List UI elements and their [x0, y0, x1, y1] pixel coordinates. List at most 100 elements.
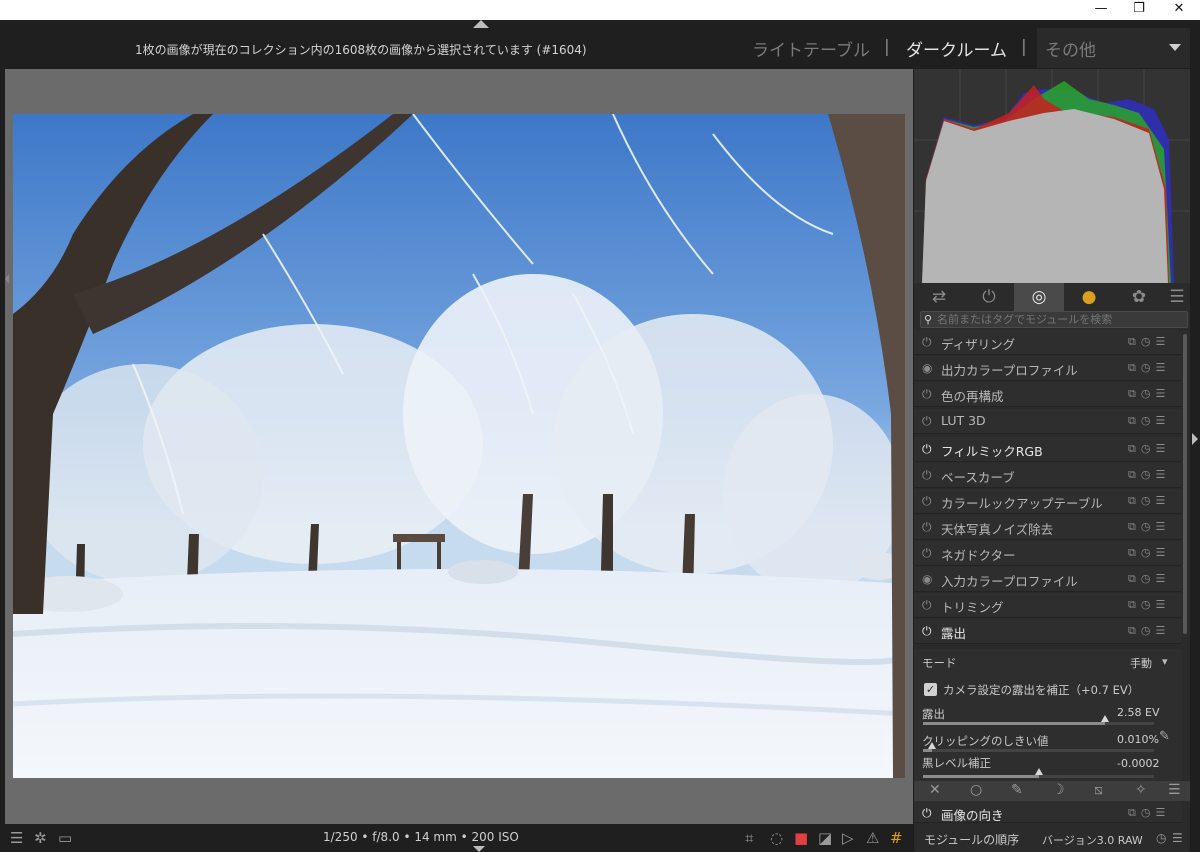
power-icon[interactable]: ⏻: [922, 414, 932, 428]
minimize-button[interactable]: —: [1082, 0, 1120, 20]
module-row[interactable]: ⏻ カラールックアップテーブル ⧉◷☰: [914, 489, 1182, 514]
power-icon[interactable]: ⏻: [922, 468, 932, 482]
base-group-icon[interactable]: ◎: [1014, 283, 1064, 311]
tab-separator: |: [1021, 37, 1027, 57]
color-assessment-icon[interactable]: ■: [794, 829, 808, 847]
blend-menu-icon[interactable]: ☰: [1168, 782, 1181, 798]
compensate-checkbox[interactable]: ✓: [924, 683, 937, 696]
always-on-icon[interactable]: ◉: [922, 572, 932, 586]
power-icon[interactable]: ⏻: [922, 494, 932, 508]
guides-icon[interactable]: #: [890, 829, 903, 847]
module-actions-icon[interactable]: ⧉◷☰: [1128, 387, 1170, 401]
search-input[interactable]: [937, 312, 1185, 327]
module-order-value[interactable]: バージョン3.0 RAW: [1042, 832, 1143, 848]
module-row[interactable]: ⏻ 色の再構成 ⧉◷☰: [914, 382, 1182, 407]
module-row[interactable]: ⏻ LUT 3D ⧉◷☰: [914, 409, 1182, 434]
color-group-icon[interactable]: ●: [1064, 283, 1114, 311]
module-row[interactable]: ⏻ 天体写真ノイズ除去 ⧉◷☰: [914, 515, 1182, 540]
image-canvas[interactable]: [5, 69, 913, 824]
module-actions-icon[interactable]: ⧉◷☰: [1128, 494, 1170, 508]
power-icon[interactable]: ⏻: [922, 806, 932, 820]
module-actions-icon[interactable]: ⧉◷☰: [1128, 335, 1170, 349]
collapse-right-panel-icon[interactable]: [1192, 433, 1198, 445]
mask-off-icon[interactable]: ✕: [929, 782, 941, 798]
module-row[interactable]: ⏻ ディザリング ⧉◷☰: [914, 330, 1182, 355]
menu-icon[interactable]: ☰: [10, 829, 23, 847]
module-row[interactable]: ◉ 出力カラープロファイル ⧉◷☰: [914, 356, 1182, 381]
power-icon[interactable]: ⏻: [922, 335, 932, 349]
module-actions-icon[interactable]: ⧉◷☰: [1128, 414, 1170, 428]
styles-icon[interactable]: ✲: [34, 829, 47, 847]
module-actions-icon[interactable]: ⧉◷☰: [1128, 546, 1170, 560]
tab-darkroom[interactable]: ダークルーム: [906, 36, 1007, 61]
module-list-scrollbar[interactable]: [1182, 330, 1188, 778]
collapse-top-panel-icon[interactable]: [473, 20, 489, 28]
module-actions-icon[interactable]: ⧉◷☰: [1128, 624, 1170, 638]
color-picker-icon[interactable]: ✎: [1159, 729, 1170, 744]
softproof-icon[interactable]: ◪: [818, 829, 832, 847]
module-search[interactable]: ⚲: [920, 311, 1188, 328]
module-actions-icon[interactable]: ⧉◷☰: [1128, 442, 1170, 456]
module-row[interactable]: ⏻ ネガドクター ⧉◷☰: [914, 541, 1182, 566]
histogram-plot: [914, 69, 1190, 283]
drawn-parametric-mask-icon[interactable]: ☽: [1052, 782, 1065, 798]
module-actions-icon[interactable]: ⧉◷☰: [1128, 806, 1170, 820]
histogram[interactable]: [914, 69, 1190, 283]
power-icon[interactable]: ⏻: [922, 546, 932, 560]
maximize-button[interactable]: ❐: [1120, 0, 1158, 20]
bulb-icon[interactable]: ◌: [770, 829, 783, 847]
mode-dropdown[interactable]: 手動: [1130, 655, 1152, 671]
module-actions-icon[interactable]: ⧉◷☰: [1128, 468, 1170, 482]
blend-icon[interactable]: ✧: [1135, 782, 1147, 798]
power-icon[interactable]: ⏻: [922, 598, 932, 612]
always-on-icon[interactable]: ◉: [922, 361, 932, 375]
focus-peaking-icon[interactable]: ⌗: [745, 829, 753, 847]
reset-icon[interactable]: ◷: [1156, 831, 1166, 845]
black-level-value: -0.0002: [1117, 757, 1160, 770]
power-icon[interactable]: ⏻: [922, 624, 932, 638]
drawn-mask-icon[interactable]: ○: [970, 782, 982, 798]
module-actions-icon[interactable]: ⧉◷☰: [1128, 572, 1170, 586]
black-level-slider[interactable]: [923, 768, 1154, 778]
power-icon[interactable]: ⏻: [922, 442, 932, 456]
module-row[interactable]: ⏻ ベースカーブ ⧉◷☰: [914, 463, 1182, 488]
chevron-down-icon[interactable]: ▾: [1162, 655, 1168, 668]
photo-preview[interactable]: [13, 114, 905, 778]
black-level-slider-handle[interactable]: [1034, 768, 1043, 775]
module-actions-icon[interactable]: ⧉◷☰: [1128, 598, 1170, 612]
group-presets-icon[interactable]: ☰: [1164, 283, 1190, 311]
warning-icon[interactable]: ⚠: [866, 829, 879, 847]
module-row[interactable]: ⏻ フィルミックRGB ⧉◷☰: [914, 437, 1182, 462]
parametric-mask-icon[interactable]: ✎: [1011, 782, 1023, 798]
active-modules-icon[interactable]: ⏻: [964, 283, 1014, 311]
exposure-slider[interactable]: [923, 715, 1154, 725]
selection-status: 1枚の画像が現在のコレクション内の1608枚の画像から選択されています (#16…: [135, 43, 587, 57]
tab-lighttable[interactable]: ライトテーブル: [752, 36, 870, 61]
collapse-bottom-panel-icon[interactable]: [473, 846, 485, 852]
presets-menu-icon[interactable]: ☰: [1172, 831, 1183, 845]
exposure-slider-handle[interactable]: [1101, 715, 1110, 722]
compensate-label: カメラ設定の露出を補正（+0.7 EV）: [943, 683, 1140, 697]
power-icon[interactable]: ⏻: [922, 387, 932, 401]
gamut-check-icon[interactable]: ▷: [842, 829, 854, 847]
module-row[interactable]: ◉ 入力カラープロファイル ⧉◷☰: [914, 567, 1182, 592]
scrollbar-thumb[interactable]: [1183, 334, 1187, 634]
chevron-down-icon[interactable]: [1169, 44, 1181, 51]
clipping-slider[interactable]: [923, 742, 1154, 752]
raster-mask-icon[interactable]: ⧅: [1094, 782, 1103, 798]
module-groups-bar: ⇄ ⏻ ◎ ● ✿ ☰: [914, 283, 1190, 311]
clipping-slider-handle[interactable]: [928, 742, 937, 749]
tab-other[interactable]: その他: [1045, 36, 1096, 61]
close-button[interactable]: ✕: [1160, 0, 1198, 20]
module-row[interactable]: ⏻ 露出 ⧉◷☰: [914, 619, 1182, 644]
quick-access-icon[interactable]: ⇄: [914, 283, 964, 311]
power-icon[interactable]: ⏻: [922, 520, 932, 534]
module-row[interactable]: ⏻ トリミング ⧉◷☰: [914, 593, 1182, 618]
collapse-left-panel-icon[interactable]: [5, 274, 9, 284]
module-orientation[interactable]: ⏻ 画像の向き ⧉◷☰: [914, 801, 1182, 823]
effects-group-icon[interactable]: ✿: [1114, 283, 1164, 311]
module-label: ネガドクター: [941, 548, 1016, 563]
display-icon[interactable]: ▭: [58, 829, 72, 847]
module-actions-icon[interactable]: ⧉◷☰: [1128, 520, 1170, 534]
module-actions-icon[interactable]: ⧉◷☰: [1128, 361, 1170, 375]
